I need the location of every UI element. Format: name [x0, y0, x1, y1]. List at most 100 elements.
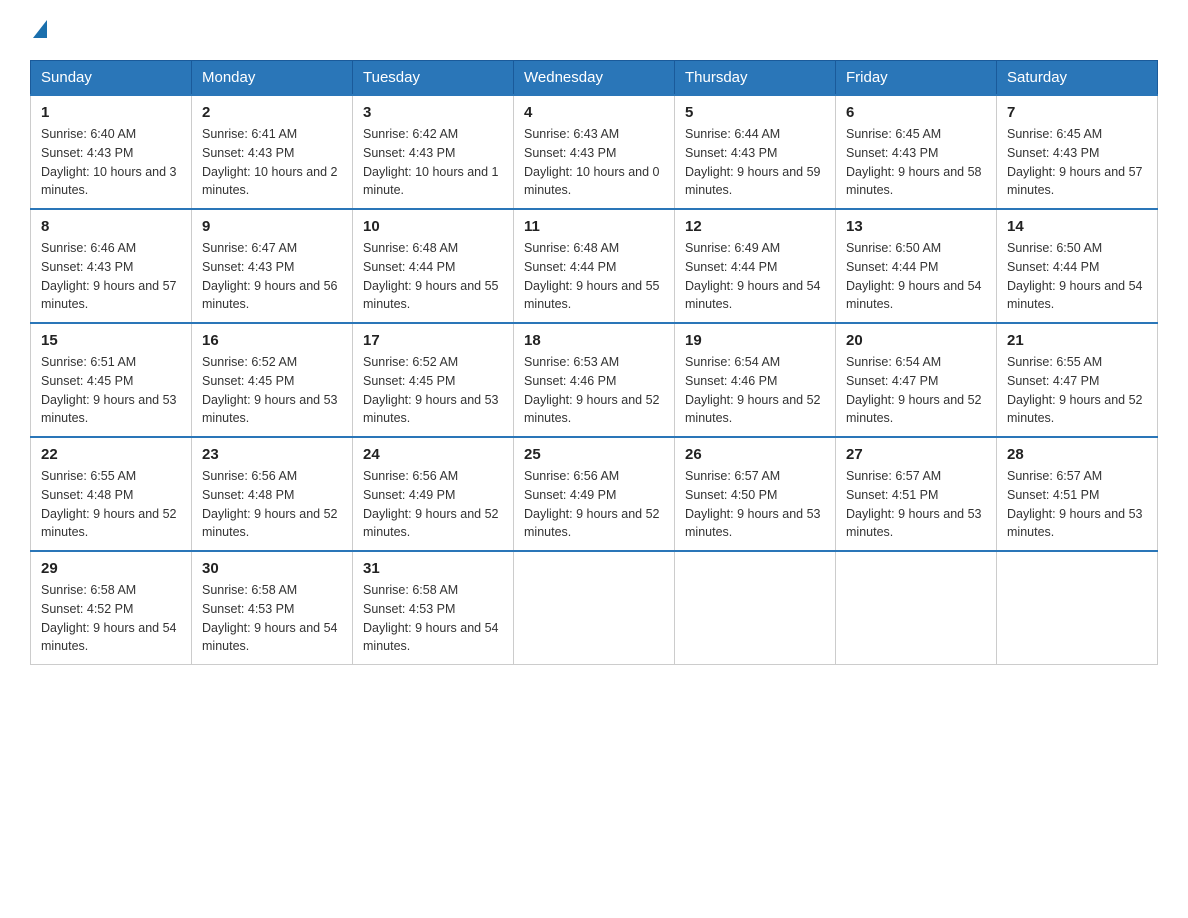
calendar-cell: 7 Sunrise: 6:45 AMSunset: 4:43 PMDaylight…: [997, 95, 1158, 209]
calendar-cell: 22 Sunrise: 6:55 AMSunset: 4:48 PMDayligh…: [31, 437, 192, 551]
calendar-cell: 28Sunrise: 6:57 AMSunset: 4:51 PMDayligh…: [997, 437, 1158, 551]
day-number: 12: [685, 218, 825, 235]
day-info: Sunrise: 6:48 AMSunset: 4:44 PMDaylight:…: [524, 239, 664, 314]
day-number: 18: [524, 332, 664, 349]
calendar-cell: 12 Sunrise: 6:49 AMSunset: 4:44 PMDayligh…: [675, 209, 836, 323]
day-info: Sunrise: 6:45 AMSunset: 4:43 PMDaylight:…: [1007, 125, 1147, 200]
weekday-header-saturday: Saturday: [997, 61, 1158, 96]
week-row-5: 29Sunrise: 6:58 AMSunset: 4:52 PMDayligh…: [31, 551, 1158, 665]
day-info: Sunrise: 6:55 AMSunset: 4:48 PMDaylight:…: [41, 467, 181, 542]
calendar-cell: 29Sunrise: 6:58 AMSunset: 4:52 PMDayligh…: [31, 551, 192, 665]
day-number: 25: [524, 446, 664, 463]
day-number: 24: [363, 446, 503, 463]
calendar-cell: 6 Sunrise: 6:45 AMSunset: 4:43 PMDaylight…: [836, 95, 997, 209]
calendar-cell: 9 Sunrise: 6:47 AMSunset: 4:43 PMDaylight…: [192, 209, 353, 323]
day-number: 5: [685, 104, 825, 121]
calendar-cell: 20 Sunrise: 6:54 AMSunset: 4:47 PMDayligh…: [836, 323, 997, 437]
logo: [30, 20, 47, 40]
weekday-header-tuesday: Tuesday: [353, 61, 514, 96]
day-number: 26: [685, 446, 825, 463]
day-info: Sunrise: 6:51 AMSunset: 4:45 PMDaylight:…: [41, 353, 181, 428]
day-info: Sunrise: 6:50 AMSunset: 4:44 PMDaylight:…: [1007, 239, 1147, 314]
day-info: Sunrise: 6:53 AMSunset: 4:46 PMDaylight:…: [524, 353, 664, 428]
day-info: Sunrise: 6:54 AMSunset: 4:47 PMDaylight:…: [846, 353, 986, 428]
day-info: Sunrise: 6:46 AMSunset: 4:43 PMDaylight:…: [41, 239, 181, 314]
day-info: Sunrise: 6:57 AMSunset: 4:51 PMDaylight:…: [846, 467, 986, 542]
day-number: 14: [1007, 218, 1147, 235]
calendar-cell: 14 Sunrise: 6:50 AMSunset: 4:44 PMDayligh…: [997, 209, 1158, 323]
day-info: Sunrise: 6:52 AMSunset: 4:45 PMDaylight:…: [202, 353, 342, 428]
day-number: 15: [41, 332, 181, 349]
day-info: Sunrise: 6:42 AMSunset: 4:43 PMDaylight:…: [363, 125, 503, 200]
weekday-header-sunday: Sunday: [31, 61, 192, 96]
day-number: 3: [363, 104, 503, 121]
day-info: Sunrise: 6:56 AMSunset: 4:49 PMDaylight:…: [363, 467, 503, 542]
day-info: Sunrise: 6:57 AMSunset: 4:51 PMDaylight:…: [1007, 467, 1147, 542]
calendar-cell: 21 Sunrise: 6:55 AMSunset: 4:47 PMDayligh…: [997, 323, 1158, 437]
day-number: 23: [202, 446, 342, 463]
day-info: Sunrise: 6:45 AMSunset: 4:43 PMDaylight:…: [846, 125, 986, 200]
calendar-cell: 2Sunrise: 6:41 AMSunset: 4:43 PMDaylight…: [192, 95, 353, 209]
calendar-cell: 15 Sunrise: 6:51 AMSunset: 4:45 PMDayligh…: [31, 323, 192, 437]
day-info: Sunrise: 6:58 AMSunset: 4:53 PMDaylight:…: [363, 581, 503, 656]
calendar-cell: [675, 551, 836, 665]
day-number: 4: [524, 104, 664, 121]
calendar-cell: 5Sunrise: 6:44 AMSunset: 4:43 PMDaylight…: [675, 95, 836, 209]
calendar-cell: 16 Sunrise: 6:52 AMSunset: 4:45 PMDayligh…: [192, 323, 353, 437]
calendar-cell: 24 Sunrise: 6:56 AMSunset: 4:49 PMDayligh…: [353, 437, 514, 551]
day-info: Sunrise: 6:55 AMSunset: 4:47 PMDaylight:…: [1007, 353, 1147, 428]
calendar-cell: 19 Sunrise: 6:54 AMSunset: 4:46 PMDayligh…: [675, 323, 836, 437]
day-info: Sunrise: 6:48 AMSunset: 4:44 PMDaylight:…: [363, 239, 503, 314]
day-number: 20: [846, 332, 986, 349]
day-number: 6: [846, 104, 986, 121]
day-number: 7: [1007, 104, 1147, 121]
day-number: 17: [363, 332, 503, 349]
day-number: 30: [202, 560, 342, 577]
week-row-4: 22 Sunrise: 6:55 AMSunset: 4:48 PMDayligh…: [31, 437, 1158, 551]
weekday-header-monday: Monday: [192, 61, 353, 96]
calendar-cell: [997, 551, 1158, 665]
day-number: 27: [846, 446, 986, 463]
day-info: Sunrise: 6:47 AMSunset: 4:43 PMDaylight:…: [202, 239, 342, 314]
calendar-cell: 11Sunrise: 6:48 AMSunset: 4:44 PMDayligh…: [514, 209, 675, 323]
day-number: 22: [41, 446, 181, 463]
calendar-cell: 10 Sunrise: 6:48 AMSunset: 4:44 PMDayligh…: [353, 209, 514, 323]
calendar-cell: 26 Sunrise: 6:57 AMSunset: 4:50 PMDayligh…: [675, 437, 836, 551]
week-row-1: 1 Sunrise: 6:40 AMSunset: 4:43 PMDaylight…: [31, 95, 1158, 209]
day-number: 9: [202, 218, 342, 235]
weekday-header-thursday: Thursday: [675, 61, 836, 96]
calendar-cell: 8 Sunrise: 6:46 AMSunset: 4:43 PMDaylight…: [31, 209, 192, 323]
calendar-cell: 17 Sunrise: 6:52 AMSunset: 4:45 PMDayligh…: [353, 323, 514, 437]
day-number: 21: [1007, 332, 1147, 349]
day-number: 19: [685, 332, 825, 349]
calendar-cell: 23 Sunrise: 6:56 AMSunset: 4:48 PMDayligh…: [192, 437, 353, 551]
calendar-cell: 1 Sunrise: 6:40 AMSunset: 4:43 PMDaylight…: [31, 95, 192, 209]
day-info: Sunrise: 6:50 AMSunset: 4:44 PMDaylight:…: [846, 239, 986, 314]
calendar-cell: 25 Sunrise: 6:56 AMSunset: 4:49 PMDayligh…: [514, 437, 675, 551]
calendar-cell: 4 Sunrise: 6:43 AMSunset: 4:43 PMDaylight…: [514, 95, 675, 209]
day-number: 13: [846, 218, 986, 235]
day-info: Sunrise: 6:56 AMSunset: 4:49 PMDaylight:…: [524, 467, 664, 542]
week-row-2: 8 Sunrise: 6:46 AMSunset: 4:43 PMDaylight…: [31, 209, 1158, 323]
day-info: Sunrise: 6:54 AMSunset: 4:46 PMDaylight:…: [685, 353, 825, 428]
logo-arrow-icon: [33, 20, 47, 38]
calendar-cell: 13 Sunrise: 6:50 AMSunset: 4:44 PMDayligh…: [836, 209, 997, 323]
calendar-cell: 27 Sunrise: 6:57 AMSunset: 4:51 PMDayligh…: [836, 437, 997, 551]
day-info: Sunrise: 6:49 AMSunset: 4:44 PMDaylight:…: [685, 239, 825, 314]
day-number: 31: [363, 560, 503, 577]
calendar-cell: 30Sunrise: 6:58 AMSunset: 4:53 PMDayligh…: [192, 551, 353, 665]
day-number: 10: [363, 218, 503, 235]
day-number: 16: [202, 332, 342, 349]
calendar-table: SundayMondayTuesdayWednesdayThursdayFrid…: [30, 60, 1158, 665]
day-info: Sunrise: 6:41 AMSunset: 4:43 PMDaylight:…: [202, 125, 342, 200]
day-info: Sunrise: 6:56 AMSunset: 4:48 PMDaylight:…: [202, 467, 342, 542]
day-number: 1: [41, 104, 181, 121]
weekday-header-friday: Friday: [836, 61, 997, 96]
day-info: Sunrise: 6:43 AMSunset: 4:43 PMDaylight:…: [524, 125, 664, 200]
day-info: Sunrise: 6:52 AMSunset: 4:45 PMDaylight:…: [363, 353, 503, 428]
day-number: 8: [41, 218, 181, 235]
day-info: Sunrise: 6:40 AMSunset: 4:43 PMDaylight:…: [41, 125, 181, 200]
day-info: Sunrise: 6:57 AMSunset: 4:50 PMDaylight:…: [685, 467, 825, 542]
weekday-header-row: SundayMondayTuesdayWednesdayThursdayFrid…: [31, 61, 1158, 96]
week-row-3: 15 Sunrise: 6:51 AMSunset: 4:45 PMDayligh…: [31, 323, 1158, 437]
